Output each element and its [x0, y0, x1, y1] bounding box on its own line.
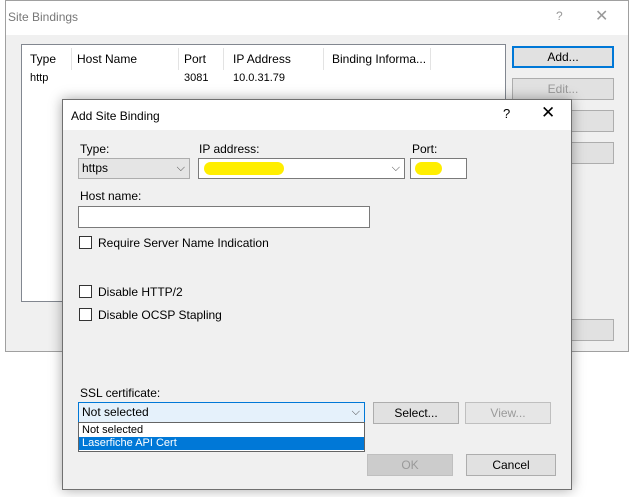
column-separator	[178, 48, 179, 70]
redaction-highlight	[415, 162, 442, 175]
host-name-input[interactable]	[78, 206, 370, 228]
type-label: Type:	[80, 142, 110, 156]
column-separator	[323, 48, 324, 70]
cancel-button[interactable]: Cancel	[466, 454, 556, 476]
column-header-host-name[interactable]: Host Name	[77, 52, 137, 66]
add-site-binding-dialog: Add Site Binding ? ✕ Type: https ⌵ IP ad…	[62, 99, 572, 490]
dropdown-option-not-selected[interactable]: Not selected	[79, 424, 364, 437]
ssl-certificate-select[interactable]: Not selected ⌵	[78, 402, 365, 423]
column-header-type[interactable]: Type	[30, 52, 56, 66]
close-icon[interactable]: ✕	[595, 6, 608, 26]
edit-button[interactable]: Edit...	[512, 78, 614, 100]
ok-button[interactable]: OK	[367, 454, 453, 476]
disable-ocsp-checkbox[interactable]	[79, 308, 92, 321]
view-certificate-button[interactable]: View...	[465, 402, 551, 424]
site-bindings-title: Site Bindings	[8, 10, 79, 24]
disable-http2-checkbox[interactable]	[79, 285, 92, 298]
ssl-certificate-value: Not selected	[82, 405, 149, 419]
help-icon[interactable]: ?	[556, 9, 563, 23]
row-port: 3081	[184, 72, 209, 84]
column-separator	[223, 48, 224, 70]
ip-address-select[interactable]: ⌵	[198, 158, 405, 179]
column-separator	[430, 48, 431, 70]
row-ip-address: 10.0.31.79	[233, 72, 285, 84]
disable-ocsp-label: Disable OCSP Stapling	[98, 308, 222, 322]
select-certificate-button[interactable]: Select...	[373, 402, 459, 424]
host-name-label: Host name:	[80, 189, 142, 203]
type-value: https	[82, 161, 109, 175]
chevron-down-icon: ⌵	[176, 162, 185, 174]
chevron-down-icon: ⌵	[351, 406, 360, 418]
column-header-ip-address[interactable]: IP Address	[233, 52, 291, 66]
row-type: http	[30, 72, 49, 84]
dropdown-option-laserfiche-api-cert[interactable]: Laserfiche API Cert	[79, 437, 364, 450]
sni-checkbox[interactable]	[79, 236, 92, 249]
ssl-certificate-dropdown: Not selected Laserfiche API Cert	[78, 422, 365, 452]
redaction-highlight	[204, 162, 284, 175]
chevron-down-icon: ⌵	[391, 162, 400, 174]
sni-label: Require Server Name Indication	[98, 236, 269, 250]
port-label: Port:	[412, 142, 438, 156]
close-icon[interactable]: ✕	[541, 103, 555, 123]
help-icon[interactable]: ?	[503, 106, 510, 121]
ip-address-label: IP address:	[199, 142, 260, 156]
ssl-certificate-label: SSL certificate:	[80, 386, 161, 400]
add-button[interactable]: Add...	[512, 46, 614, 68]
column-separator	[71, 48, 72, 70]
column-header-port[interactable]: Port	[184, 52, 206, 66]
port-input[interactable]	[410, 158, 467, 179]
type-select[interactable]: https ⌵	[78, 158, 190, 179]
dialog-titlebar: Add Site Binding ? ✕	[63, 100, 571, 130]
dialog-title: Add Site Binding	[71, 109, 160, 123]
disable-http2-label: Disable HTTP/2	[98, 285, 183, 299]
site-bindings-titlebar: Site Bindings ? ✕	[6, 1, 628, 35]
column-header-binding-information[interactable]: Binding Informa...	[332, 52, 426, 66]
